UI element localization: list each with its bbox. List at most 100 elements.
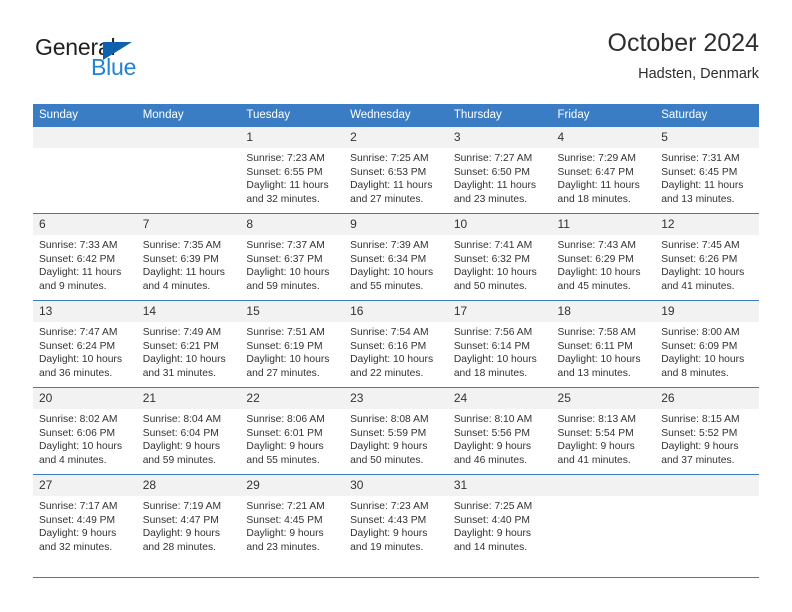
daylight-text-line2: and 45 minutes. — [557, 280, 631, 292]
day-number: 12 — [655, 214, 759, 235]
daylight-text-line1: Daylight: 10 hours — [557, 354, 641, 366]
calendar-day-cell[interactable]: 2 Sunrise: 7:25 AM Sunset: 6:53 PM Daylight… — [344, 126, 448, 214]
calendar-day-cell[interactable]: 27 Sunrise: 7:17 AM Sunset: 4:49 PM Dayligh… — [33, 474, 137, 561]
daylight-text-line2: and 18 minutes. — [557, 193, 631, 205]
daylight-text-line1: Daylight: 10 hours — [453, 267, 537, 279]
calendar-day-cell[interactable]: 1 Sunrise: 7:23 AM Sunset: 6:55 PM Daylight… — [240, 126, 345, 214]
daylight-text-line2: and 31 minutes. — [142, 367, 216, 379]
daylight-text-line1: Daylight: 9 hours — [246, 528, 324, 540]
weekday-header-wednesday: Wednesday — [344, 104, 448, 127]
calendar-day-cell[interactable]: 4 Sunrise: 7:29 AM Sunset: 6:47 PM Daylight… — [551, 126, 656, 214]
sunrise-text: Sunrise: 7:41 AM — [453, 240, 533, 251]
calendar-day-cell[interactable]: 19 Sunrise: 8:00 AM Sunset: 6:09 PM Dayligh… — [655, 300, 759, 388]
day-sun-info: Sunrise: 7:23 AM Sunset: 6:55 PM Daylight:… — [240, 148, 344, 206]
sunrise-text: Sunrise: 7:25 AM — [453, 501, 533, 512]
day-sun-info: Sunrise: 8:02 AM Sunset: 6:06 PM Daylight:… — [33, 409, 137, 467]
calendar-day-cell[interactable]: 5 Sunrise: 7:31 AM Sunset: 6:45 PM Daylight… — [655, 126, 759, 214]
sunrise-text: Sunrise: 7:54 AM — [350, 327, 429, 338]
sunrise-text: Sunrise: 7:56 AM — [453, 327, 533, 338]
weekday-header-saturday: Saturday — [655, 104, 759, 127]
daylight-text-line2: and 13 minutes. — [661, 193, 735, 205]
page-subtitle-location: Hadsten, Denmark — [638, 66, 759, 82]
daylight-text-line2: and 37 minutes. — [661, 454, 735, 466]
day-number: 1 — [240, 127, 345, 148]
calendar-day-cell[interactable]: 25 Sunrise: 8:13 AM Sunset: 5:54 PM Dayligh… — [551, 387, 656, 475]
calendar-day-cell[interactable]: 28 Sunrise: 7:19 AM Sunset: 4:47 PM Dayligh… — [136, 474, 241, 561]
calendar-day-cell[interactable]: 18 Sunrise: 7:58 AM Sunset: 6:11 PM Dayligh… — [551, 300, 656, 388]
daylight-text-line1: Daylight: 11 hours — [661, 180, 744, 192]
calendar-day-cell[interactable]: 24 Sunrise: 8:10 AM Sunset: 5:56 PM Dayligh… — [447, 387, 552, 475]
day-number: 19 — [655, 301, 759, 322]
calendar-day-cell[interactable]: 12 Sunrise: 7:45 AM Sunset: 6:26 PM Dayligh… — [655, 213, 759, 301]
calendar-day-cell[interactable]: 9 Sunrise: 7:39 AM Sunset: 6:34 PM Daylight… — [344, 213, 448, 301]
day-number: 29 — [240, 475, 345, 496]
daylight-text-line1: Daylight: 10 hours — [661, 354, 745, 366]
daylight-text-line1: Daylight: 9 hours — [557, 441, 635, 453]
calendar-day-cell[interactable]: 10 Sunrise: 7:41 AM Sunset: 6:32 PM Dayligh… — [447, 213, 552, 301]
day-number: 15 — [240, 301, 345, 322]
daylight-text-line2: and 28 minutes. — [142, 541, 216, 553]
general-blue-logo: General Blue — [33, 34, 233, 90]
sunset-text: Sunset: 6:24 PM — [39, 340, 116, 352]
sunrise-text: Sunrise: 7:35 AM — [142, 240, 222, 251]
day-sun-info: Sunrise: 7:51 AM Sunset: 6:19 PM Daylight:… — [240, 322, 344, 380]
day-number: 26 — [655, 388, 759, 409]
day-number: 20 — [33, 388, 137, 409]
calendar-day-cell[interactable]: 13 Sunrise: 7:47 AM Sunset: 6:24 PM Dayligh… — [33, 300, 137, 388]
calendar-day-cell[interactable]: 30 Sunrise: 7:23 AM Sunset: 4:43 PM Dayligh… — [344, 474, 448, 561]
sunset-text: Sunset: 6:11 PM — [557, 340, 633, 352]
weekday-header-thursday: Thursday — [447, 104, 552, 127]
day-sun-info: Sunrise: 7:39 AM Sunset: 6:34 PM Daylight:… — [344, 235, 448, 293]
daylight-text-line2: and 36 minutes. — [39, 367, 113, 379]
daylight-text-line1: Daylight: 9 hours — [350, 528, 428, 540]
calendar-day-cell[interactable]: 23 Sunrise: 8:08 AM Sunset: 5:59 PM Dayligh… — [344, 387, 448, 475]
sunset-text: Sunset: 4:43 PM — [350, 514, 427, 526]
day-number: 9 — [344, 214, 448, 235]
calendar-day-cell[interactable]: 17 Sunrise: 7:56 AM Sunset: 6:14 PM Dayligh… — [447, 300, 552, 388]
calendar-day-cell[interactable]: 26 Sunrise: 8:15 AM Sunset: 5:52 PM Dayligh… — [655, 387, 759, 475]
day-sun-info: Sunrise: 7:29 AM Sunset: 6:47 PM Daylight:… — [552, 148, 656, 206]
daylight-text-line1: Daylight: 9 hours — [246, 441, 324, 453]
calendar-day-cell[interactable]: 8 Sunrise: 7:37 AM Sunset: 6:37 PM Daylight… — [240, 213, 345, 301]
calendar-day-cell[interactable]: 11 Sunrise: 7:43 AM Sunset: 6:29 PM Dayligh… — [551, 213, 656, 301]
calendar-day-cell[interactable]: 21 Sunrise: 8:04 AM Sunset: 6:04 PM Dayligh… — [136, 387, 241, 475]
daylight-text-line2: and 23 minutes. — [246, 541, 320, 553]
day-number: 11 — [551, 214, 656, 235]
calendar-day-cell[interactable]: 3 Sunrise: 7:27 AM Sunset: 6:50 PM Daylight… — [447, 126, 552, 214]
calendar-day-cell[interactable]: 15 Sunrise: 7:51 AM Sunset: 6:19 PM Dayligh… — [240, 300, 345, 388]
sunrise-text: Sunrise: 7:27 AM — [453, 153, 533, 164]
daylight-text-line1: Daylight: 9 hours — [453, 528, 532, 540]
day-number: 7 — [136, 214, 241, 235]
calendar-day-cell[interactable]: 7 Sunrise: 7:35 AM Sunset: 6:39 PM Daylight… — [136, 213, 241, 301]
daylight-text-line2: and 13 minutes. — [557, 367, 631, 379]
day-number: 2 — [344, 127, 448, 148]
calendar-day-cell[interactable]: 20 Sunrise: 8:02 AM Sunset: 6:06 PM Dayligh… — [33, 387, 137, 475]
weekday-header-friday: Friday — [551, 104, 656, 127]
sunset-text: Sunset: 6:19 PM — [246, 340, 323, 352]
daylight-text-line2: and 27 minutes. — [246, 367, 320, 379]
sunset-text: Sunset: 6:04 PM — [142, 427, 219, 439]
daylight-text-line2: and 32 minutes. — [39, 541, 113, 553]
daylight-text-line1: Daylight: 10 hours — [350, 354, 434, 366]
sunset-text: Sunset: 6:45 PM — [661, 166, 738, 178]
calendar-day-cell[interactable]: 29 Sunrise: 7:21 AM Sunset: 4:45 PM Dayligh… — [240, 474, 345, 561]
day-number — [136, 127, 241, 148]
daylight-text-line2: and 4 minutes. — [39, 454, 107, 466]
calendar-day-cell[interactable]: 16 Sunrise: 7:54 AM Sunset: 6:16 PM Dayligh… — [344, 300, 448, 388]
daylight-text-line1: Daylight: 11 hours — [246, 180, 329, 192]
calendar-day-cell-empty — [136, 126, 241, 214]
day-sun-info: Sunrise: 7:58 AM Sunset: 6:11 PM Daylight:… — [552, 322, 656, 380]
calendar-day-cell[interactable]: 14 Sunrise: 7:49 AM Sunset: 6:21 PM Dayligh… — [136, 300, 241, 388]
day-sun-info: Sunrise: 7:37 AM Sunset: 6:37 PM Daylight:… — [240, 235, 344, 293]
sunset-text: Sunset: 4:45 PM — [246, 514, 323, 526]
day-sun-info: Sunrise: 7:41 AM Sunset: 6:32 PM Daylight:… — [448, 235, 552, 293]
day-sun-info: Sunrise: 7:33 AM Sunset: 6:42 PM Daylight:… — [33, 235, 137, 293]
day-sun-info: Sunrise: 8:13 AM Sunset: 5:54 PM Daylight:… — [552, 409, 656, 467]
daylight-text-line2: and 41 minutes. — [661, 280, 735, 292]
daylight-text-line1: Daylight: 10 hours — [661, 267, 745, 279]
calendar-day-cell[interactable]: 31 Sunrise: 7:25 AM Sunset: 4:40 PM Dayligh… — [447, 474, 552, 561]
calendar-day-cell[interactable]: 6 Sunrise: 7:33 AM Sunset: 6:42 PM Daylight… — [33, 213, 137, 301]
day-sun-info: Sunrise: 7:25 AM Sunset: 6:53 PM Daylight:… — [344, 148, 448, 206]
calendar-day-cell[interactable]: 22 Sunrise: 8:06 AM Sunset: 6:01 PM Dayligh… — [240, 387, 345, 475]
daylight-text-line2: and 23 minutes. — [453, 193, 528, 205]
